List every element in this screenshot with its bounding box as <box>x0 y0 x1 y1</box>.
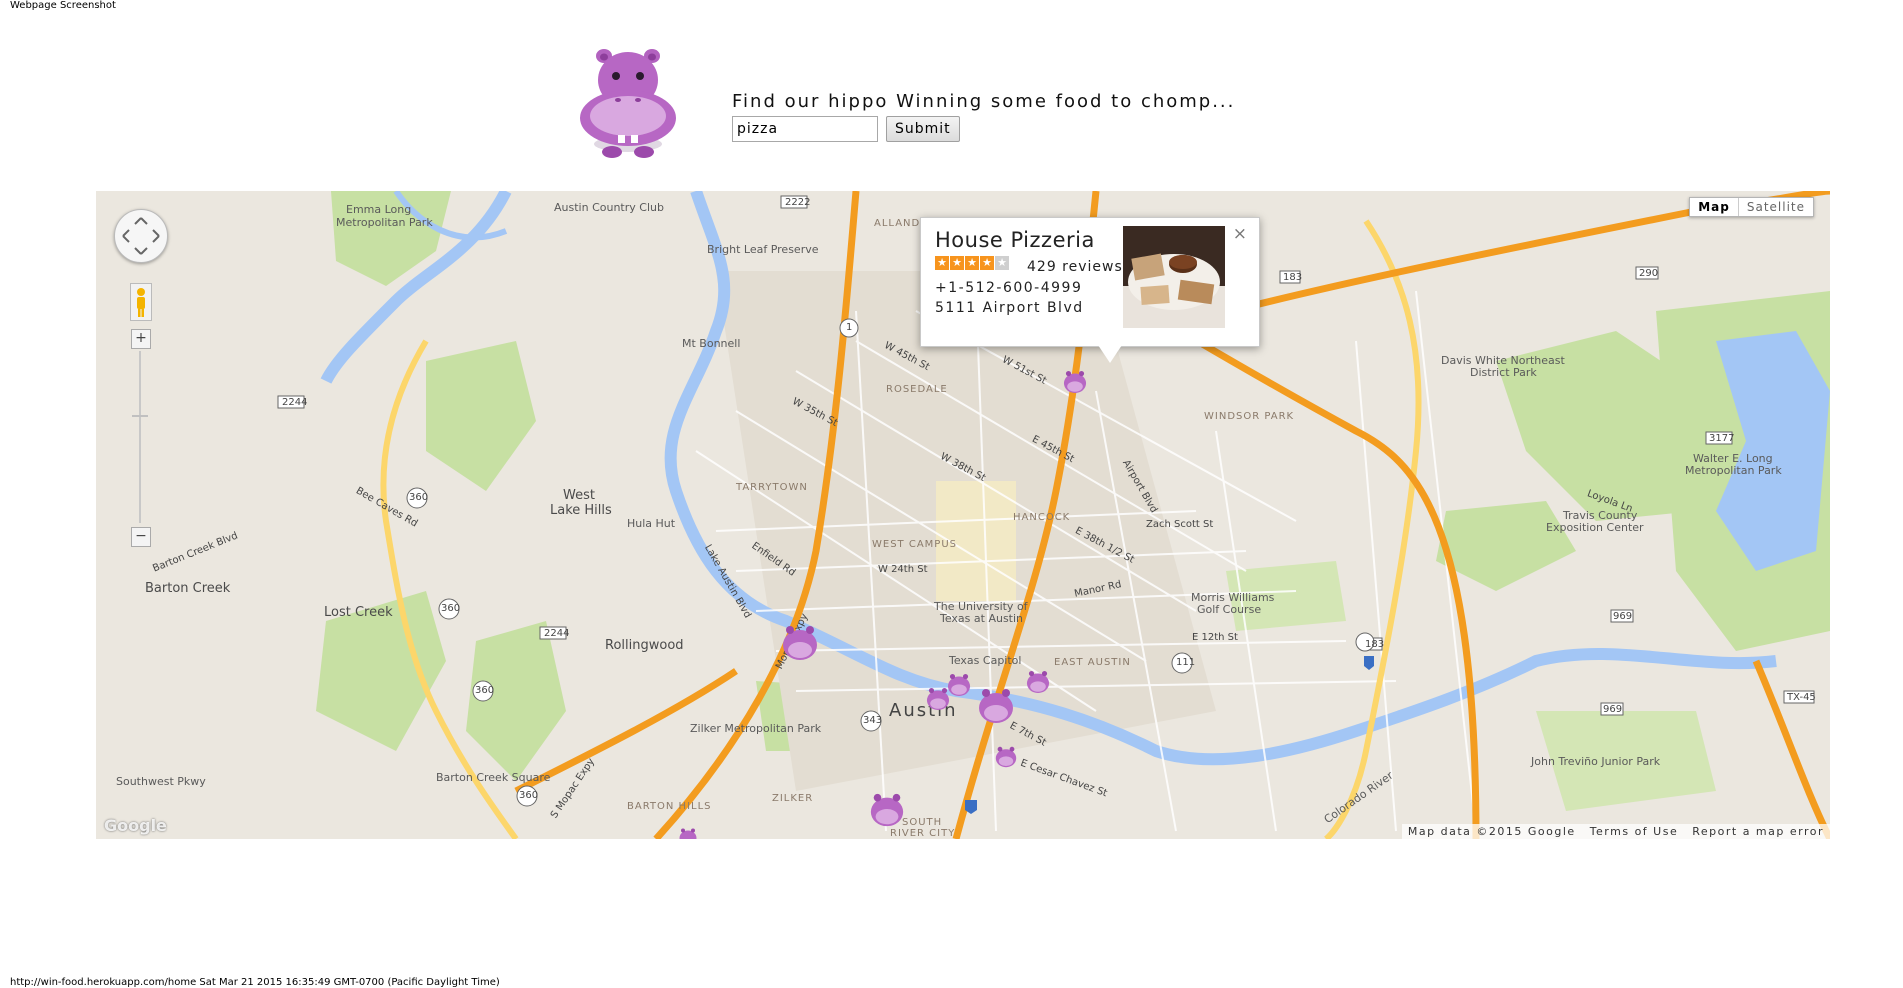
map-label: Austin Country Club <box>554 201 664 214</box>
map-label: Bright Leaf Preserve <box>707 243 819 256</box>
map-label: WINDSOR PARK <box>1204 411 1295 422</box>
highway-shield-label: 360 <box>441 603 461 614</box>
search-input[interactable] <box>732 116 878 142</box>
highway-shield-label: 1 <box>846 322 853 333</box>
map-label: SOUTH <box>902 817 943 828</box>
info-window-pointer <box>1098 345 1122 363</box>
map[interactable]: Emma Long Metropolitan Park Austin Count… <box>96 191 1830 839</box>
page-heading: Find our hippo Winning some food to chom… <box>732 91 1236 112</box>
map-label: Mt Bonnell <box>682 337 741 350</box>
highway-shield-label: 3177 <box>1709 433 1735 444</box>
map-label: Southwest Pkwy <box>116 775 206 788</box>
hippo-marker[interactable] <box>868 791 906 829</box>
page-footer: http://win-food.herokuapp.com/home Sat M… <box>10 977 500 988</box>
star-icon: ★ <box>965 256 979 270</box>
info-close-button[interactable]: × <box>1233 224 1247 244</box>
street-label: E 12th St <box>1192 632 1238 643</box>
highway-shield-label: 2244 <box>282 397 308 408</box>
map-label: ROSEDALE <box>886 384 948 395</box>
map-label: Zilker Metropolitan Park <box>690 722 822 735</box>
highway-shield-label: 343 <box>863 715 883 726</box>
map-label: John Treviño Junior Park <box>1531 755 1661 768</box>
highway-shield-label: TX-45 <box>1787 692 1816 703</box>
restaurant-phone: +1-512-600-4999 <box>935 280 1083 296</box>
map-label: Emma Long <box>346 203 412 216</box>
map-attribution: Map data ©2015 Google Terms of Use Repor… <box>1401 824 1830 839</box>
highway-shield-label: 360 <box>409 492 429 503</box>
map-label: TARRYTOWN <box>736 482 808 493</box>
map-label: RIVER CITY <box>890 828 956 839</box>
star-icon: ★ <box>980 256 994 270</box>
map-label: Metropolitan Park <box>1685 464 1782 477</box>
street-view-pegman[interactable] <box>130 283 152 321</box>
restaurant-name: House Pizzeria <box>935 228 1095 252</box>
map-label: Rollingwood <box>605 638 684 653</box>
map-data-credit: Map data ©2015 Google <box>1407 825 1576 838</box>
hippo-marker[interactable] <box>925 686 951 712</box>
search-form: Submit <box>732 116 960 142</box>
restaurant-photo <box>1123 226 1225 328</box>
info-window: House Pizzeria ★ ★ ★ ★ ★ 429 reviews +1-… <box>920 217 1260 347</box>
hippo-marker[interactable] <box>1062 369 1088 395</box>
street-label: W 24th St <box>878 564 928 575</box>
map-type-control: Map Satellite <box>1689 197 1814 217</box>
map-label: Hula Hut <box>627 517 676 530</box>
hippo-marker[interactable] <box>1025 669 1051 695</box>
map-type-map[interactable]: Map <box>1690 198 1739 216</box>
page-label: Webpage Screenshot <box>10 0 116 11</box>
map-label: Barton Creek <box>145 581 231 596</box>
map-label: Metropolitan Park <box>336 216 433 229</box>
highway-shield-label: 183 <box>1365 639 1385 650</box>
highway-shield-label: 2222 <box>785 197 811 208</box>
street-label: Zach Scott St <box>1146 519 1214 530</box>
star-icon: ★ <box>935 256 949 270</box>
map-label: EAST AUSTIN <box>1054 657 1131 668</box>
highway-shield-label: 2244 <box>544 628 570 639</box>
zoom-slider-track[interactable] <box>139 351 141 523</box>
pegman-icon <box>137 288 145 317</box>
highway-shield-label: 969 <box>1603 704 1623 715</box>
map-label: Lake Hills <box>550 503 612 518</box>
map-label: Lost Creek <box>324 605 393 620</box>
report-error-link[interactable]: Report a map error <box>1692 825 1824 838</box>
star-icon: ★ <box>995 256 1009 270</box>
rating-stars: ★ ★ ★ ★ ★ <box>935 256 1009 270</box>
highway-shield-label: 360 <box>519 790 539 801</box>
zoom-out-button[interactable]: − <box>131 527 151 547</box>
star-icon: ★ <box>950 256 964 270</box>
hippo-marker[interactable] <box>994 745 1018 769</box>
zoom-slider-handle[interactable] <box>132 415 148 417</box>
submit-button[interactable]: Submit <box>886 116 960 142</box>
highway-shield-label: 360 <box>475 685 495 696</box>
zoom-in-button[interactable]: + <box>131 329 151 349</box>
google-logo: Google <box>104 816 167 835</box>
map-label: District Park <box>1470 366 1537 379</box>
map-label: West <box>563 488 595 503</box>
map-label: WEST CAMPUS <box>872 539 957 550</box>
terms-link[interactable]: Terms of Use <box>1590 825 1679 838</box>
map-label: Texas at Austin <box>940 612 1024 625</box>
hippo-marker[interactable] <box>780 623 820 663</box>
pan-arrows-icon <box>122 217 160 255</box>
highway-shield-label: 290 <box>1639 268 1659 279</box>
map-label: BARTON HILLS <box>627 801 712 812</box>
highway-shield-label: 111 <box>1176 657 1196 668</box>
map-label: Texas Capitol <box>949 654 1022 667</box>
map-label: Golf Course <box>1197 603 1262 616</box>
hippo-marker[interactable] <box>976 686 1016 726</box>
review-count: 429 reviews <box>1027 259 1123 275</box>
map-label: HANCOCK <box>1013 512 1071 523</box>
hippo-logo <box>580 49 676 158</box>
restaurant-address: 5111 Airport Blvd <box>935 300 1084 316</box>
pan-control[interactable] <box>114 209 168 263</box>
map-type-satellite[interactable]: Satellite <box>1739 198 1813 216</box>
highway-shield-label: 183 <box>1283 272 1303 283</box>
map-label: ZILKER <box>772 793 814 804</box>
map-label: Barton Creek Square <box>436 771 551 784</box>
hippo-marker[interactable] <box>676 827 700 839</box>
map-label: Exposition Center <box>1546 521 1644 534</box>
highway-shield-label: 969 <box>1613 611 1633 622</box>
